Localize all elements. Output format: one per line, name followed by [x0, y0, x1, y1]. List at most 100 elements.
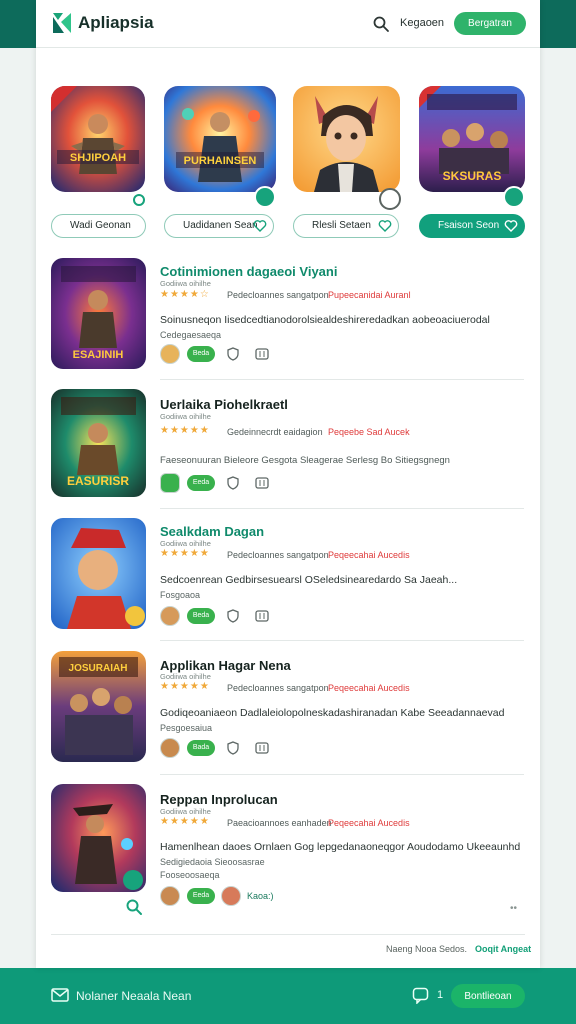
footer-link[interactable]: Ooqit Angeat [475, 944, 531, 954]
heart-icon [378, 220, 392, 232]
app-name[interactable]: Apliapsia [78, 13, 154, 33]
secondary-avatar[interactable] [221, 886, 241, 906]
heart-icon [253, 220, 267, 232]
grid-icon[interactable] [254, 608, 270, 624]
featured-card-1-button[interactable]: Wadi Geonan [51, 214, 146, 238]
featured-card-3-button-label: Rlesli Setaen [312, 220, 371, 231]
list-item-description: Sedcoenrean Gedbirsesuearsl OSeledsinear… [160, 574, 458, 586]
list-item-subtitle: Godiiwa oihilhe [160, 279, 211, 288]
list-item-description: Faeseonuuran Bieleore Gesgota Sleagerae … [160, 455, 450, 466]
featured-card-1-status-dot [133, 194, 145, 206]
chat-count: 1 [437, 989, 444, 1001]
avatar[interactable] [160, 738, 180, 758]
list-item-title[interactable]: Uerlaika Piohelkraetl [160, 397, 288, 412]
bottom-bar-text: Nolaner Neaala Nean [76, 989, 192, 1003]
brand-logo-icon[interactable] [52, 12, 72, 34]
featured-card-4-button-label: Fsaison Seon [438, 220, 500, 231]
list-item-title[interactable]: Applikan Hagar Nena [160, 658, 291, 673]
list-item-secondary-text: Fosgoaoa [160, 590, 201, 600]
avatar[interactable] [160, 606, 180, 626]
featured-card-1-button-label: Wadi Geonan [70, 220, 131, 231]
featured-card-4-button[interactable]: Fsaison Seon [419, 214, 525, 238]
header-login-link[interactable]: Kegaoen [400, 17, 444, 29]
list-item-action-button[interactable]: Bada [187, 740, 215, 756]
list-item-thumbnail[interactable]: ESAJINIH [51, 258, 146, 369]
list-item-tag: Pupeecanidai Auranl [328, 290, 411, 300]
featured-card-1-artwork[interactable]: SHJIPOAH [51, 86, 145, 192]
list-item-subtitle: Godiiwa oihilhe [160, 412, 211, 421]
featured-card-1-art-title: SHJIPOAH [70, 152, 126, 164]
shield-icon[interactable] [225, 475, 241, 491]
list-item-title[interactable]: Sealkdam Dagan [160, 524, 264, 539]
grid-icon[interactable] [254, 475, 270, 491]
featured-card-4-artwork[interactable]: SKSURAS [419, 86, 525, 192]
list-item-art-title: JOSURAIAH [69, 663, 128, 674]
divider [160, 379, 524, 380]
list-item-action-button[interactable]: Beda [187, 608, 215, 624]
list-item-subtitle: Godiiwa oihilhe [160, 539, 211, 548]
featured-card-3-button[interactable]: Rlesli Setaen [293, 214, 399, 238]
list-item[interactable]: Sealkdam Dagan Godiiwa oihilhe ★★★★★ Ped… [51, 518, 525, 630]
featured-card-2-button[interactable]: Uadidanen Sean [164, 214, 274, 238]
featured-card-2-badge-icon [254, 186, 276, 208]
footer-note: Naeng Nooa Sedos. [386, 944, 468, 954]
mail-icon[interactable] [51, 986, 69, 1004]
list-item-thumbnail[interactable]: JOSURAIAH [51, 651, 146, 762]
heart-icon [504, 220, 518, 232]
list-item[interactable]: ESAJINIH Cotinimionen dagaeoi Viyani God… [51, 258, 525, 370]
more-dots-icon[interactable]: •• [510, 903, 517, 914]
list-item-action-button[interactable]: Eeda [187, 475, 215, 491]
avatar[interactable] [160, 344, 180, 364]
list-item-tag: Peqeebe Sad Aucek [328, 427, 410, 437]
header-signup-button[interactable]: Bergatran [454, 12, 526, 35]
list-item-action-button[interactable]: Eeda [187, 888, 215, 904]
list-item-rating: ★★★★☆ [160, 289, 210, 300]
list-item-thumbnail[interactable] [51, 784, 146, 892]
app-icon[interactable] [160, 473, 180, 493]
list-item-meta: Paeacioannoes eanhaden [227, 818, 332, 828]
shield-icon[interactable] [225, 740, 241, 756]
grid-icon[interactable] [254, 740, 270, 756]
divider [51, 934, 525, 935]
list-item-subtitle: Godiiwa oihilhe [160, 807, 211, 816]
list-item-rating: ★★★★★ [160, 681, 210, 692]
list-item[interactable]: Reppan Inprolucan Godiiwa oihilhe ★★★★★ … [51, 784, 525, 916]
list-item-description: Soinusneqon Iisedcedtianodorolsiealdeshi… [160, 314, 490, 326]
list-item-extra-label[interactable]: Kaoa:) [247, 891, 274, 901]
list-item-action-button[interactable]: Beda [187, 346, 215, 362]
avatar[interactable] [160, 886, 180, 906]
list-item-description: Godiqeoaniaeon Dadlaleiolopolneskadashir… [160, 707, 505, 719]
list-item-title[interactable]: Cotinimionen dagaeoi Viyani [160, 264, 337, 279]
chat-icon[interactable] [412, 987, 429, 1004]
list-item-tertiary-text: Fooseoosaeqa [160, 870, 220, 880]
list-item-meta: Pedecloannes sangatpon [227, 683, 329, 693]
search-icon[interactable] [125, 898, 143, 916]
featured-card-3-artwork[interactable] [293, 86, 400, 192]
list-item-tag: Peqeecahai Aucedis [328, 683, 410, 693]
list-item-meta: Gedeinnecrdt eaidagion [227, 427, 323, 437]
grid-icon[interactable] [254, 346, 270, 362]
featured-card-2-artwork[interactable]: PURHAINSEN [164, 86, 276, 192]
app-header: Apliapsia Kegaoen Bergatran [36, 0, 540, 48]
list-item-rating: ★★★★★ [160, 816, 210, 827]
featured-card-2-button-label: Uadidanen Sean [183, 220, 258, 231]
list-item-tag: Peqeecahai Aucedis [328, 818, 410, 828]
shield-icon[interactable] [225, 608, 241, 624]
list-item-thumbnail[interactable] [51, 518, 146, 629]
bottom-bar-button[interactable]: Bontlieoan [451, 984, 525, 1008]
divider [160, 640, 524, 641]
list-item-title[interactable]: Reppan Inprolucan [160, 792, 278, 807]
list-item[interactable]: JOSURAIAH Applikan Hagar Nena Godiiwa oi… [51, 651, 525, 763]
list-item-art-title: ESAJINIH [73, 349, 124, 361]
list-item-tag: Peqeecahai Aucedis [328, 550, 410, 560]
featured-card-4-art-title: SKSURAS [443, 169, 502, 183]
list-item-thumbnail[interactable]: EASURISR [51, 389, 146, 497]
list-item-description: Hamenlhean daoes Ornlaen Gog lepgedanaon… [160, 841, 521, 853]
list-item-meta: Pedecloannes sangatpon [227, 290, 329, 300]
shield-icon[interactable] [225, 346, 241, 362]
list-item-art-title: EASURISR [67, 474, 129, 488]
list-item[interactable]: EASURISR Uerlaika Piohelkraetl Godiiwa o… [51, 389, 525, 499]
list-item-secondary-text: Pesgoesaiua [160, 723, 213, 733]
divider [160, 508, 524, 509]
search-icon[interactable] [372, 15, 390, 33]
